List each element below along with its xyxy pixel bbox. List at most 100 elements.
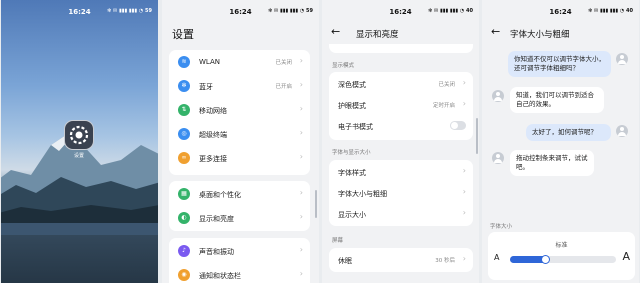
chevron-right-icon: › xyxy=(462,166,466,175)
status-bar: 16:24 ✻ ✉ ▮▮▮ ▮▮▮ ◔ 40 xyxy=(322,8,479,18)
page-header: ← 字体大小与粗细 xyxy=(482,24,639,44)
font-size-screen: 16:24 ✻ ✉ ▮▮▮ ▮▮▮ ◔ 40 ← 字体大小与粗细 你知道不仅可以… xyxy=(482,0,639,283)
settings-item-value: 已关闭 xyxy=(275,60,292,66)
font-size-weight-item[interactable]: 字体大小与粗细 › xyxy=(329,183,473,203)
previous-card-edge xyxy=(329,44,473,53)
settings-item-label: 显示和亮度 xyxy=(199,215,234,223)
scrollbar[interactable] xyxy=(476,118,478,154)
chevron-right-icon: › xyxy=(299,80,303,89)
settings-item-label: 声音和振动 xyxy=(199,248,234,256)
status-icons: ✻ ✉ ▮▮▮ ▮▮▮ ◔ 40 xyxy=(428,8,473,14)
status-icons: ✻ ✉ ▮▮▮ ▮▮▮ ◔ 59 xyxy=(107,8,152,14)
settings-item-label: 超级终端 xyxy=(199,131,227,139)
settings-screen: 16:24 ✻ ✉ ▮▮▮ ▮▮▮ ◔ 59 设置 ≋ WLAN 已关闭 › ✻… xyxy=(162,0,319,283)
settings-item-sound[interactable]: ♪ 声音和振动 › xyxy=(169,241,310,261)
settings-item-notifications[interactable]: ◉ 通知和状态栏 › xyxy=(169,265,310,283)
settings-item-bluetooth[interactable]: ✻ 蓝牙 已开启 › xyxy=(169,76,310,96)
sound-icon: ♪ xyxy=(178,245,190,257)
item-label: 护眼模式 xyxy=(338,102,366,110)
scrollbar[interactable] xyxy=(315,190,317,218)
item-label: 深色模式 xyxy=(338,81,366,89)
font-size-slider-card: 标准 A A xyxy=(488,232,635,280)
item-value: 已关闭 xyxy=(438,82,455,88)
chevron-right-icon: › xyxy=(299,269,303,278)
chevron-right-icon: › xyxy=(299,245,303,254)
settings-app-icon[interactable] xyxy=(64,120,94,150)
item-label: 字体大小与粗细 xyxy=(338,190,387,198)
item-label: 电子书模式 xyxy=(338,123,373,131)
settings-item-label: WLAN xyxy=(199,58,221,66)
item-label: 字体样式 xyxy=(338,169,366,177)
chat-bubble-sent: 你知道不仅可以调节字体大小，还可调节字体粗细吗？ xyxy=(508,51,611,77)
section-label-font: 字体与显示大小 xyxy=(332,150,371,156)
avatar xyxy=(492,90,504,102)
back-arrow-icon[interactable]: ← xyxy=(331,25,340,38)
status-bar: 16:24 ✻ ✉ ▮▮▮ ▮▮▮ ◔ 59 xyxy=(1,8,158,18)
settings-card-display: ▦ 桌面和个性化 › ◐ 显示和亮度 › xyxy=(169,181,310,231)
gear-icon xyxy=(69,125,89,145)
avatar xyxy=(492,152,504,164)
screen-card: 休眠 30 秒后 › xyxy=(329,248,473,272)
page-title: 字体大小与粗细 xyxy=(510,30,570,40)
settings-item-label: 蓝牙 xyxy=(199,83,213,91)
large-a-label: A xyxy=(622,250,630,263)
item-label: 显示大小 xyxy=(338,211,366,219)
more-connections-icon: ∞ xyxy=(178,152,190,164)
settings-item-more-connections[interactable]: ∞ 更多连接 › xyxy=(169,148,310,168)
display-icon: ◐ xyxy=(178,212,190,224)
chat-bubble-sent: 太好了，如何调节呢？ xyxy=(526,124,611,141)
chevron-right-icon: › xyxy=(462,208,466,217)
settings-item-label: 移动网络 xyxy=(199,107,227,115)
notification-icon: ◉ xyxy=(178,269,190,281)
settings-item-mobile-network[interactable]: ⇅ 移动网络 › xyxy=(169,100,310,120)
status-bar: 16:24 ✻ ✉ ▮▮▮ ▮▮▮ ◔ 40 xyxy=(482,8,639,18)
chat-bubble-received: 拖动控制条来调节，试试吧。 xyxy=(510,150,594,176)
home-screen: 16:24 ✻ ✉ ▮▮▮ ▮▮▮ ◔ 59 设置 xyxy=(1,0,158,283)
chevron-right-icon: › xyxy=(462,99,466,108)
wifi-icon: ≋ xyxy=(178,56,190,68)
super-device-icon: ◎ xyxy=(178,128,190,140)
settings-item-desktop[interactable]: ▦ 桌面和个性化 › xyxy=(169,184,310,204)
chevron-right-icon: › xyxy=(299,188,303,197)
settings-item-super-device[interactable]: ◎ 超级终端 › xyxy=(169,124,310,144)
display-mode-card: 深色模式 已关闭 › 护眼模式 定时开启 › 电子书模式 xyxy=(329,72,473,140)
chevron-right-icon: › xyxy=(299,104,303,113)
display-screen: 16:24 ✻ ✉ ▮▮▮ ▮▮▮ ◔ 40 ← 显示和亮度 显示模式 深色模式… xyxy=(322,0,479,283)
slider-level-label: 标准 xyxy=(555,242,568,249)
settings-card-sound: ♪ 声音和振动 › ◉ 通知和状态栏 › xyxy=(169,238,310,283)
settings-item-label: 桌面和个性化 xyxy=(199,191,241,199)
eye-care-item[interactable]: 护眼模式 定时开启 › xyxy=(329,95,473,115)
small-a-label: A xyxy=(494,253,500,262)
section-label-display-mode: 显示模式 xyxy=(332,63,355,69)
desktop-icon: ▦ xyxy=(178,188,190,200)
back-arrow-icon[interactable]: ← xyxy=(491,25,500,38)
display-size-item[interactable]: 显示大小 › xyxy=(329,204,473,224)
settings-item-wlan[interactable]: ≋ WLAN 已关闭 › xyxy=(169,52,310,72)
avatar xyxy=(616,125,628,137)
sleep-item[interactable]: 休眠 30 秒后 › xyxy=(329,250,473,270)
item-value: 30 秒后 xyxy=(435,258,455,264)
dark-mode-item[interactable]: 深色模式 已关闭 › xyxy=(329,74,473,94)
section-label-screen: 屏幕 xyxy=(332,238,344,244)
page-header: ← 显示和亮度 xyxy=(322,24,479,44)
font-size-slider[interactable] xyxy=(510,255,616,264)
slider-thumb[interactable] xyxy=(540,255,550,264)
page-title: 显示和亮度 xyxy=(356,30,399,40)
chevron-right-icon: › xyxy=(299,152,303,161)
mobile-network-icon: ⇅ xyxy=(178,104,190,116)
font-style-item[interactable]: 字体样式 › xyxy=(329,162,473,182)
page-title: 设置 xyxy=(172,28,194,41)
avatar xyxy=(616,53,628,65)
chevron-right-icon: › xyxy=(462,254,466,263)
ebook-mode-toggle[interactable] xyxy=(450,121,466,130)
settings-item-value: 已开启 xyxy=(275,84,292,90)
settings-item-display[interactable]: ◐ 显示和亮度 › xyxy=(169,208,310,228)
status-icons: ✻ ✉ ▮▮▮ ▮▮▮ ◔ 59 xyxy=(268,8,313,14)
chevron-right-icon: › xyxy=(462,187,466,196)
chevron-right-icon: › xyxy=(299,56,303,65)
item-value: 定时开启 xyxy=(432,103,455,109)
settings-item-label: 通知和状态栏 xyxy=(199,272,241,280)
chat-bubble-received: 知道，我们可以调节到适合自己的效果。 xyxy=(510,87,604,113)
chevron-right-icon: › xyxy=(462,78,466,87)
chevron-right-icon: › xyxy=(299,212,303,221)
